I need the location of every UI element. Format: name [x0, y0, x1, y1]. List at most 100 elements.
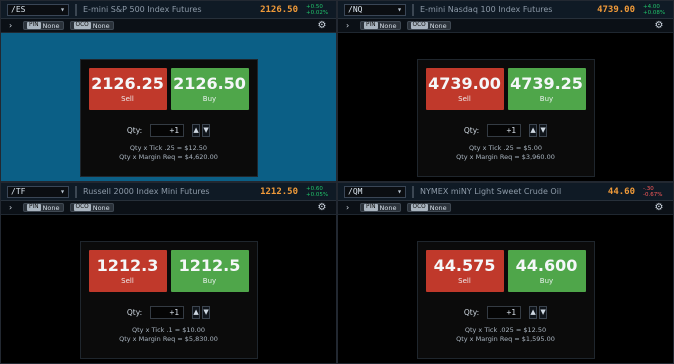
qty-label: Qty: [463, 307, 480, 317]
quantity-input[interactable]: +1 [150, 305, 185, 319]
oco-value: None [429, 203, 447, 212]
quantity-input[interactable]: +1 [487, 123, 522, 137]
sell-price-strong: 25 [141, 73, 164, 93]
sell-price: 4739.00 [428, 75, 501, 92]
sell-button[interactable]: 2126.25 Sell [88, 68, 167, 110]
oco-tag: OCO [410, 204, 428, 211]
buy-button[interactable]: 44.600 Buy [507, 250, 586, 292]
oco-tag: OCO [410, 22, 428, 29]
pin-tag: PIN [364, 22, 378, 29]
order-options-bar: › PIN None OCO None ⚙ [338, 19, 673, 33]
gear-icon[interactable]: ⚙ [316, 20, 328, 32]
quick-trade-grid: /ES ▾ E-mini S&P 500 Index Futures 2126.… [0, 0, 674, 364]
buy-price: 2126.50 [173, 75, 246, 92]
quick-trade-widget: 4739.00 Sell 4739.25 Buy Qty: +1 ▲ ▼ Qty… [416, 59, 595, 177]
header-divider [75, 185, 77, 198]
quantity-row: Qty: +1 ▲ ▼ [81, 122, 257, 138]
quick-trade-widget: 44.575 Sell 44.600 Buy Qty: +1 ▲ ▼ Qty x… [416, 241, 595, 359]
qty-label: Qty: [126, 125, 143, 135]
buy-label: Buy [202, 94, 217, 103]
increment-icon[interactable]: ▲ [192, 305, 201, 319]
pin-value: None [379, 203, 397, 212]
buy-button[interactable]: 4739.25 Buy [507, 68, 586, 110]
sell-button[interactable]: 4739.00 Sell [425, 68, 504, 110]
quantity-stepper[interactable]: ▲ ▼ [529, 123, 548, 137]
dropdown-icon: ▾ [60, 187, 65, 196]
oco-option[interactable]: OCO None [406, 203, 451, 212]
pin-tag: PIN [27, 204, 41, 211]
symbol-selector[interactable]: /QM ▾ [344, 185, 406, 198]
oco-tag: OCO [73, 204, 91, 211]
instrument-header: /TF ▾ Russell 2000 Index Mini Futures 12… [1, 183, 336, 201]
buy-button[interactable]: 2126.50 Buy [170, 68, 249, 110]
sell-button[interactable]: 1212.3 Sell [88, 250, 167, 292]
net-change: +4.00 +0.08% [641, 3, 667, 17]
instrument-header: /QM ▾ NYMEX miNY Light Sweet Crude Oil 4… [338, 183, 673, 201]
decrement-icon[interactable]: ▼ [539, 123, 548, 137]
header-divider [75, 3, 77, 16]
quantity-stepper[interactable]: ▲ ▼ [192, 305, 211, 319]
quantity-input[interactable]: +1 [150, 123, 185, 137]
oco-value: None [429, 21, 447, 30]
pin-tag: PIN [27, 22, 41, 29]
increment-icon[interactable]: ▲ [529, 123, 538, 137]
sell-label: Sell [121, 94, 134, 103]
chevron-right-icon[interactable]: › [9, 21, 17, 30]
header-divider [412, 185, 414, 198]
last-price: 1212.50 [260, 186, 298, 197]
oco-option[interactable]: OCO None [406, 21, 451, 30]
trade-panel-tf: /TF ▾ Russell 2000 Index Mini Futures 12… [0, 182, 337, 364]
buy-label: Buy [539, 94, 554, 103]
buy-price-strong: 00 [555, 255, 578, 275]
sell-label: Sell [458, 276, 471, 285]
bid-ask-buttons: 2126.25 Sell 2126.50 Buy [88, 68, 249, 110]
chevron-right-icon[interactable]: › [9, 203, 17, 212]
quantity-value: +1 [506, 307, 517, 317]
oco-tag: OCO [73, 22, 91, 29]
margin-requirement: Qty x Margin Req = $4,620.00 [119, 153, 218, 161]
quantity-row: Qty: +1 ▲ ▼ [81, 304, 257, 320]
gear-icon[interactable]: ⚙ [653, 20, 665, 32]
quantity-stepper[interactable]: ▲ ▼ [529, 305, 548, 319]
quick-trade-widget: 1212.3 Sell 1212.5 Buy Qty: +1 ▲ ▼ Qty x… [79, 241, 258, 359]
quantity-value: +1 [169, 307, 180, 317]
oco-value: None [92, 21, 110, 30]
pin-option[interactable]: PIN None [360, 203, 401, 212]
net-change-bottom: +0.08% [643, 9, 666, 16]
buy-price: 4739.25 [510, 75, 583, 92]
order-info: Qty x Tick .1 = $10.00 Qty x Margin Req … [81, 326, 257, 344]
quantity-stepper[interactable]: ▲ ▼ [192, 123, 211, 137]
last-price: 4739.00 [597, 4, 635, 15]
oco-value: None [92, 203, 110, 212]
increment-icon[interactable]: ▲ [529, 305, 538, 319]
net-change-bottom: -0.67% [643, 191, 663, 198]
oco-option[interactable]: OCO None [69, 21, 114, 30]
decrement-icon[interactable]: ▼ [539, 305, 548, 319]
decrement-icon[interactable]: ▼ [202, 123, 211, 137]
pin-value: None [42, 203, 60, 212]
pin-option[interactable]: PIN None [23, 21, 64, 30]
symbol-selector[interactable]: /TF ▾ [7, 185, 69, 198]
chevron-right-icon[interactable]: › [346, 21, 354, 30]
symbol-selector[interactable]: /ES ▾ [7, 3, 69, 16]
decrement-icon[interactable]: ▼ [202, 305, 211, 319]
symbol-selector[interactable]: /NQ ▾ [344, 3, 406, 16]
symbol-text: /QM [348, 187, 363, 196]
gear-icon[interactable]: ⚙ [653, 202, 665, 214]
net-change: +0.60 +0.05% [304, 185, 330, 199]
pin-option[interactable]: PIN None [360, 21, 401, 30]
buy-button[interactable]: 1212.5 Buy [170, 250, 249, 292]
chevron-right-icon[interactable]: › [346, 203, 354, 212]
gear-icon[interactable]: ⚙ [316, 202, 328, 214]
quantity-row: Qty: +1 ▲ ▼ [418, 304, 594, 320]
buy-price-main: 121 [178, 255, 213, 275]
buy-price-main: 44.6 [515, 255, 556, 275]
increment-icon[interactable]: ▲ [192, 123, 201, 137]
net-change-bottom: +0.05% [306, 191, 329, 198]
pin-option[interactable]: PIN None [23, 203, 64, 212]
sell-button[interactable]: 44.575 Sell [425, 250, 504, 292]
quantity-input[interactable]: +1 [487, 305, 522, 319]
oco-option[interactable]: OCO None [69, 203, 114, 212]
sell-price-strong: 2.3 [130, 255, 159, 275]
sell-price: 2126.25 [91, 73, 164, 93]
